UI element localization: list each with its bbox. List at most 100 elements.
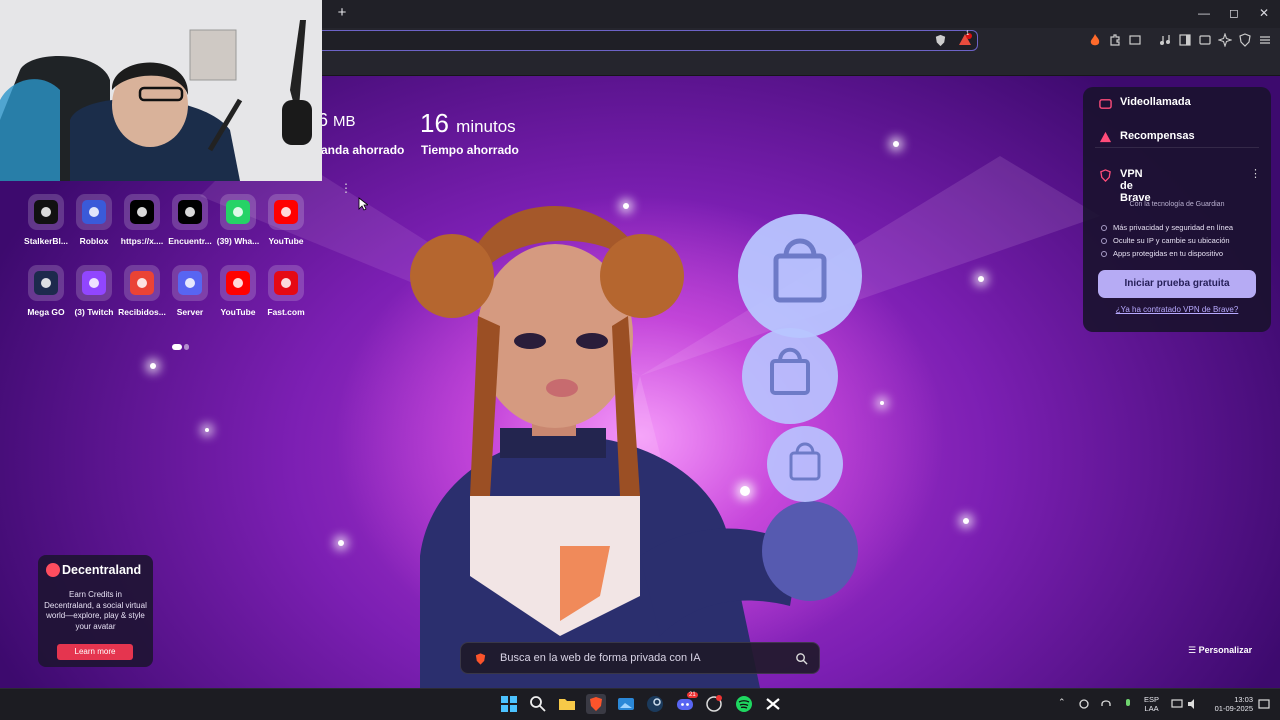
customize-button[interactable]: ☰ Personalizar (1188, 645, 1252, 656)
new-tab-button[interactable]: + (334, 5, 350, 21)
vpn-tech-credit: Con la tecnología de Guardian (1129, 201, 1225, 208)
headset-icon[interactable] (1100, 698, 1112, 710)
leo-ai-icon[interactable] (1218, 33, 1232, 47)
webcam-person-image (0, 0, 322, 181)
tray-app-icon[interactable] (1078, 698, 1090, 710)
sparkle (978, 276, 984, 282)
language-indicator[interactable]: ESP LAA (1144, 695, 1159, 713)
top-sites-menu-icon[interactable]: ⋮ (340, 182, 352, 194)
vpn-more-icon[interactable]: ⋮ (1250, 167, 1261, 180)
top-site-tile[interactable]: Fast.com (257, 265, 317, 331)
brave-lion-icon (475, 653, 486, 665)
pager-dot[interactable] (184, 344, 189, 350)
vpn-feature: Más privacidad y seguridad en línea (1101, 223, 1233, 232)
already-purchased-link[interactable]: ¿Ya ha contratado VPN de Brave? (1091, 305, 1263, 314)
top-site-label: YouTube (268, 236, 304, 246)
close-button[interactable]: ✕ (1257, 6, 1271, 20)
top-site-tile-bg (172, 194, 208, 230)
top-site-tile-bg (268, 194, 304, 230)
check-icon (1101, 238, 1107, 245)
badge-large (738, 214, 862, 338)
top-site-tile-bg (268, 265, 304, 301)
top-site-label: Fast.com (267, 307, 305, 317)
top-site-tile-bg (172, 265, 208, 301)
top-site-tile-bg (28, 265, 64, 301)
brave-browser-icon[interactable] (586, 694, 606, 714)
start-free-trial-button[interactable]: Iniciar prueba gratuita (1098, 270, 1256, 298)
vpn-feature: Apps protegidas en tu dispositivo (1101, 249, 1223, 258)
check-icon (1101, 251, 1107, 258)
app-icon[interactable] (704, 694, 724, 714)
menu-icon[interactable] (1258, 33, 1272, 47)
media-icon[interactable] (1158, 33, 1172, 47)
fast-icon (274, 271, 298, 295)
screenshot-icon[interactable] (1128, 33, 1142, 47)
tray-overflow-icon[interactable]: ⌃ (1058, 697, 1066, 708)
sparkle (205, 428, 209, 432)
check-icon (1101, 225, 1107, 232)
vpn-feature: Oculte su IP y cambie su ubicación (1101, 236, 1230, 245)
rewards-badge: 1 (966, 31, 970, 37)
brave-shields-icon[interactable] (934, 34, 947, 47)
vpn-title: VPN de Brave (1120, 168, 1151, 204)
gmail-icon (130, 271, 154, 295)
wallet-icon[interactable] (1198, 33, 1212, 47)
extensions-icon[interactable] (1108, 33, 1122, 47)
microphone-icon[interactable] (1122, 698, 1134, 710)
search-icon[interactable] (528, 694, 548, 714)
top-site-tile[interactable]: YouTube (257, 194, 317, 260)
search-box[interactable]: Busca en la web de forma privada con IA (460, 642, 820, 674)
decentraland-logo-icon (46, 563, 60, 577)
bandwidth-saved-label: anda ahorrado (321, 143, 405, 157)
sparkle (893, 141, 899, 147)
top-site-tile-bg (28, 194, 64, 230)
address-bar[interactable] (316, 30, 978, 51)
pager-dot-active[interactable] (172, 344, 182, 350)
minimize-button[interactable]: — (1197, 6, 1211, 20)
search-placeholder: Busca en la web de forma privada con IA (500, 652, 701, 664)
volume-icon[interactable] (1187, 698, 1199, 710)
webcam-overlay (0, 0, 322, 181)
vpn-icon[interactable] (1238, 33, 1252, 47)
windows-start-icon[interactable] (499, 694, 519, 714)
clock[interactable]: 13:03 01-09-2025 (1205, 695, 1253, 713)
youtube-icon (226, 271, 250, 295)
sparkle (150, 363, 156, 369)
sparkle (338, 540, 344, 546)
top-sites-pager[interactable] (172, 337, 191, 355)
tiktok-icon (178, 200, 202, 224)
learn-more-button[interactable]: Learn more (57, 644, 133, 660)
file-explorer-icon[interactable] (557, 694, 577, 714)
videocall-label: Videollamada (1120, 96, 1191, 108)
sponsored-ad-card[interactable]: Decentraland Earn Credits in Decentralan… (38, 555, 153, 667)
capcut-icon[interactable] (763, 694, 783, 714)
mouse-cursor-icon (358, 197, 368, 211)
server-icon (178, 271, 202, 295)
top-site-tile-bg (124, 265, 160, 301)
roblox-icon (82, 200, 106, 224)
photos-icon[interactable] (616, 694, 636, 714)
sparkle (963, 518, 969, 524)
sparkle (623, 203, 629, 209)
spotify-icon[interactable] (734, 694, 754, 714)
network-icon[interactable] (1171, 698, 1183, 710)
time-saved-label: Tiempo ahorrado (421, 143, 519, 157)
steam-icon[interactable] (645, 694, 665, 714)
top-site-tile-bg (220, 265, 256, 301)
sparkle (880, 401, 884, 405)
discord-badge: 21 (687, 692, 698, 698)
sliders-icon: ☰ (1188, 645, 1199, 655)
rewards-icon[interactable] (958, 33, 972, 47)
video-camera-icon (1099, 99, 1112, 109)
flame-icon[interactable] (1088, 33, 1102, 47)
notifications-icon[interactable] (1258, 698, 1270, 710)
top-site-tile-bg (124, 194, 160, 230)
twitch-icon (82, 271, 106, 295)
ad-brand: Decentraland (62, 563, 142, 577)
search-icon[interactable] (795, 652, 808, 665)
brave-widgets-panel: Videollamada Recompensas VPN de Brave ⋮ … (1083, 87, 1271, 332)
maximize-button[interactable]: ◻ (1227, 6, 1241, 20)
top-site-tile-bg (76, 265, 112, 301)
sidebar-icon[interactable] (1178, 33, 1192, 47)
bandwidth-saved-value: 6 MB (318, 110, 356, 130)
